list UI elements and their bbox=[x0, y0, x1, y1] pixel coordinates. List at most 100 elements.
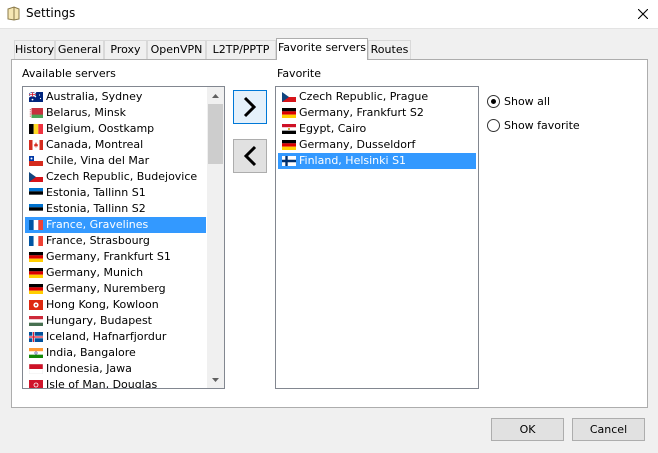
available-list-item[interactable]: Germany, Nuremberg bbox=[25, 281, 206, 297]
tab-routes[interactable]: Routes bbox=[368, 40, 411, 59]
flag-cz-icon bbox=[29, 172, 43, 182]
flag-ee-icon bbox=[29, 188, 43, 198]
server-name: Estonia, Tallinn S1 bbox=[46, 186, 146, 199]
tab-openvpn[interactable]: OpenVPN bbox=[147, 40, 206, 59]
flag-de-icon bbox=[282, 140, 296, 150]
available-list-item[interactable]: Australia, Sydney bbox=[25, 89, 206, 105]
available-list-item[interactable]: Germany, Munich bbox=[25, 265, 206, 281]
flag-fr-icon bbox=[29, 220, 43, 230]
tab-proxy[interactable]: Proxy bbox=[104, 40, 147, 59]
title-bar: Settings bbox=[0, 0, 658, 29]
flag-in-icon bbox=[29, 348, 43, 358]
favorite-label: Favorite bbox=[277, 67, 321, 80]
flag-de-icon bbox=[282, 108, 296, 118]
flag-eg-icon bbox=[282, 124, 296, 134]
server-name: Canada, Montreal bbox=[46, 138, 144, 151]
available-list-item[interactable]: France, Gravelines bbox=[25, 217, 206, 233]
flag-fr-icon bbox=[29, 236, 43, 246]
tab-history[interactable]: History bbox=[14, 40, 55, 59]
flag-im-icon bbox=[29, 380, 43, 388]
server-name: Czech Republic, Budejovice bbox=[46, 170, 198, 183]
server-name: France, Strasbourg bbox=[46, 234, 150, 247]
available-list-item[interactable]: Belgium, Oostkamp bbox=[25, 121, 206, 137]
flag-de-icon bbox=[29, 284, 43, 294]
available-list-item[interactable]: Belarus, Minsk bbox=[25, 105, 206, 121]
available-servers-list[interactable]: Australia, Sydney Belarus, Minsk Belgium, … bbox=[22, 86, 225, 389]
close-icon bbox=[638, 9, 648, 19]
scroll-down-icon bbox=[212, 377, 219, 382]
available-list-item[interactable]: Chile, Vina del Mar bbox=[25, 153, 206, 169]
server-name: Chile, Vina del Mar bbox=[46, 154, 150, 167]
server-name: Belarus, Minsk bbox=[46, 106, 126, 119]
server-name: Indonesia, Jawa bbox=[46, 362, 132, 375]
scroll-up-button[interactable] bbox=[207, 87, 224, 104]
server-name: Germany, Frankfurt S1 bbox=[46, 250, 171, 263]
favorite-list-item[interactable]: Germany, Dusseldorf bbox=[278, 137, 476, 153]
available-servers-label: Available servers bbox=[22, 67, 116, 80]
server-name: Germany, Dusseldorf bbox=[299, 138, 416, 151]
available-list-item[interactable]: Czech Republic, Budejovice bbox=[25, 169, 206, 185]
flag-cl-icon bbox=[29, 156, 43, 166]
flag-de-icon bbox=[29, 252, 43, 262]
flag-be-icon bbox=[29, 124, 43, 134]
server-name: Egypt, Cairo bbox=[299, 122, 367, 135]
flag-id-icon bbox=[29, 364, 43, 374]
flag-by-icon bbox=[29, 108, 43, 118]
flag-au-icon bbox=[29, 92, 43, 102]
server-name: France, Gravelines bbox=[46, 218, 149, 231]
server-name: Germany, Munich bbox=[46, 266, 144, 279]
available-list-item[interactable]: Hong Kong, Kowloon bbox=[25, 297, 206, 313]
chevron-left-icon bbox=[243, 145, 257, 167]
available-list-item[interactable]: Isle of Man, Douglas bbox=[25, 377, 206, 389]
available-list-item[interactable]: France, Strasbourg bbox=[25, 233, 206, 249]
cancel-button[interactable]: Cancel bbox=[572, 418, 645, 441]
favorite-servers-list[interactable]: Czech Republic, Prague Germany, Frankfurt… bbox=[275, 86, 479, 389]
available-list-item[interactable]: Estonia, Tallinn S2 bbox=[25, 201, 206, 217]
window-title: Settings bbox=[26, 6, 76, 20]
server-name: Belgium, Oostkamp bbox=[46, 122, 155, 135]
flag-is-icon bbox=[29, 332, 43, 342]
flag-hk-icon bbox=[29, 300, 43, 310]
available-list-item[interactable]: Indonesia, Jawa bbox=[25, 361, 206, 377]
favorite-list-item[interactable]: Egypt, Cairo bbox=[278, 121, 476, 137]
flag-ee-icon bbox=[29, 204, 43, 214]
flag-de-icon bbox=[29, 268, 43, 278]
server-name: India, Bangalore bbox=[46, 346, 136, 359]
scroll-thumb[interactable] bbox=[208, 104, 223, 164]
scroll-up-icon bbox=[212, 93, 219, 98]
server-name: Czech Republic, Prague bbox=[299, 90, 429, 103]
app-icon bbox=[7, 6, 20, 21]
show-favorite-radio-circle[interactable] bbox=[487, 119, 500, 132]
available-list-item[interactable]: India, Bangalore bbox=[25, 345, 206, 361]
flag-cz-icon bbox=[282, 92, 296, 102]
server-name: Germany, Frankfurt S2 bbox=[299, 106, 424, 119]
available-list-item[interactable]: Hungary, Budapest bbox=[25, 313, 206, 329]
server-name: Germany, Nuremberg bbox=[46, 282, 166, 295]
flag-fi-icon bbox=[282, 156, 296, 166]
tab-general[interactable]: General bbox=[55, 40, 104, 59]
close-button[interactable] bbox=[628, 0, 658, 28]
flag-hu-icon bbox=[29, 316, 43, 326]
show-all-radio-circle[interactable] bbox=[487, 95, 500, 108]
favorite-list-item[interactable]: Germany, Frankfurt S2 bbox=[278, 105, 476, 121]
show-favorite-label: Show favorite bbox=[504, 119, 580, 132]
scroll-down-button[interactable] bbox=[207, 371, 224, 388]
ok-button[interactable]: OK bbox=[491, 418, 564, 441]
tab-l2tp-pptp[interactable]: L2TP/PPTP bbox=[206, 40, 276, 59]
server-name: Hong Kong, Kowloon bbox=[46, 298, 159, 311]
show-all-label: Show all bbox=[504, 95, 551, 108]
server-name: Australia, Sydney bbox=[46, 90, 143, 103]
server-name: Iceland, Hafnarfjordur bbox=[46, 330, 167, 343]
remove-from-favorite-button[interactable] bbox=[233, 139, 267, 173]
favorite-list-item[interactable]: Finland, Helsinki S1 bbox=[278, 153, 476, 169]
available-scrollbar[interactable] bbox=[207, 87, 224, 388]
chevron-right-icon bbox=[243, 96, 257, 118]
available-list-item[interactable]: Estonia, Tallinn S1 bbox=[25, 185, 206, 201]
favorite-list-item[interactable]: Czech Republic, Prague bbox=[278, 89, 476, 105]
available-list-item[interactable]: Iceland, Hafnarfjordur bbox=[25, 329, 206, 345]
tab-favorite-servers[interactable]: Favorite servers bbox=[276, 38, 368, 60]
available-list-item[interactable]: Canada, Montreal bbox=[25, 137, 206, 153]
add-to-favorite-button[interactable] bbox=[233, 90, 267, 124]
server-name: Isle of Man, Douglas bbox=[46, 378, 158, 389]
available-list-item[interactable]: Germany, Frankfurt S1 bbox=[25, 249, 206, 265]
